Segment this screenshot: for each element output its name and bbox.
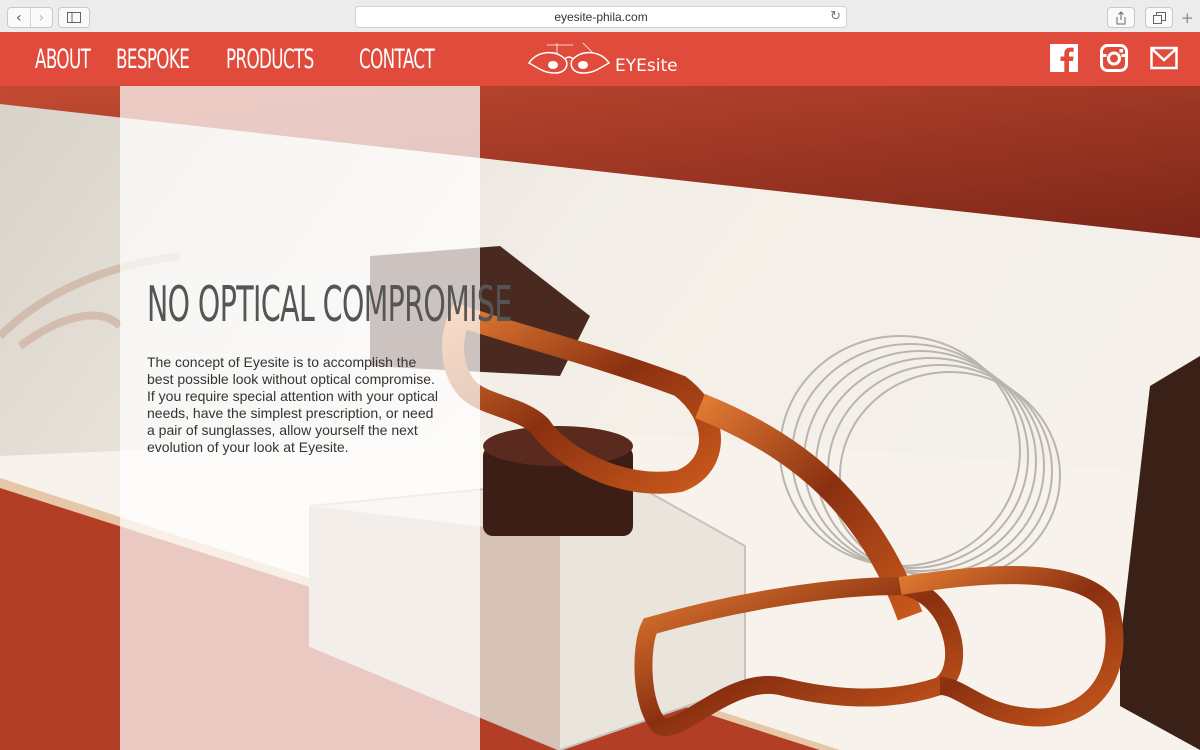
reload-icon[interactable]: ↻	[830, 9, 841, 24]
tabs-icon	[1152, 11, 1166, 24]
site-header: ABOUT BESPOKE PRODUCTS CONTACT EYEsite	[0, 32, 1200, 86]
show-tabs-button[interactable]	[1145, 7, 1173, 28]
mail-icon[interactable]	[1150, 44, 1178, 72]
menu-item-bespoke[interactable]: BESPOKE	[116, 44, 190, 75]
site-logo[interactable]: EYEsite	[527, 38, 687, 82]
menu-item-products[interactable]: PRODUCTS	[226, 44, 314, 75]
logo-text: EYEsite	[615, 56, 678, 76]
menu-item-about[interactable]: ABOUT	[35, 44, 91, 75]
back-button[interactable]: ‹	[8, 8, 30, 27]
browser-toolbar: ‹ › eyesite-phila.com ↻ +	[0, 0, 1200, 33]
new-tab-button[interactable]: +	[1181, 9, 1194, 27]
address-bar[interactable]: eyesite-phila.com ↻	[355, 6, 847, 28]
forward-button[interactable]: ›	[29, 8, 53, 27]
url-text: eyesite-phila.com	[554, 10, 648, 24]
share-button[interactable]	[1107, 7, 1135, 28]
social-links	[1050, 44, 1178, 72]
menu-item-contact[interactable]: CONTACT	[359, 44, 435, 75]
main-menu: ABOUT BESPOKE PRODUCTS CONTACT	[35, 32, 450, 86]
hero-section: NO OPTICAL COMPROMISE The concept of Eye…	[0, 86, 1200, 750]
intro-paragraph: The concept of Eyesite is to accomplish …	[147, 354, 439, 455]
instagram-icon[interactable]	[1100, 44, 1128, 72]
sidebar-icon	[67, 12, 81, 23]
history-nav: ‹ ›	[7, 7, 53, 28]
facebook-icon[interactable]	[1050, 44, 1078, 72]
glasses-logo-icon	[527, 42, 611, 74]
page-headline: NO OPTICAL COMPROMISE	[147, 276, 512, 333]
sidebar-toggle-button[interactable]	[58, 7, 90, 28]
share-icon	[1116, 10, 1126, 24]
